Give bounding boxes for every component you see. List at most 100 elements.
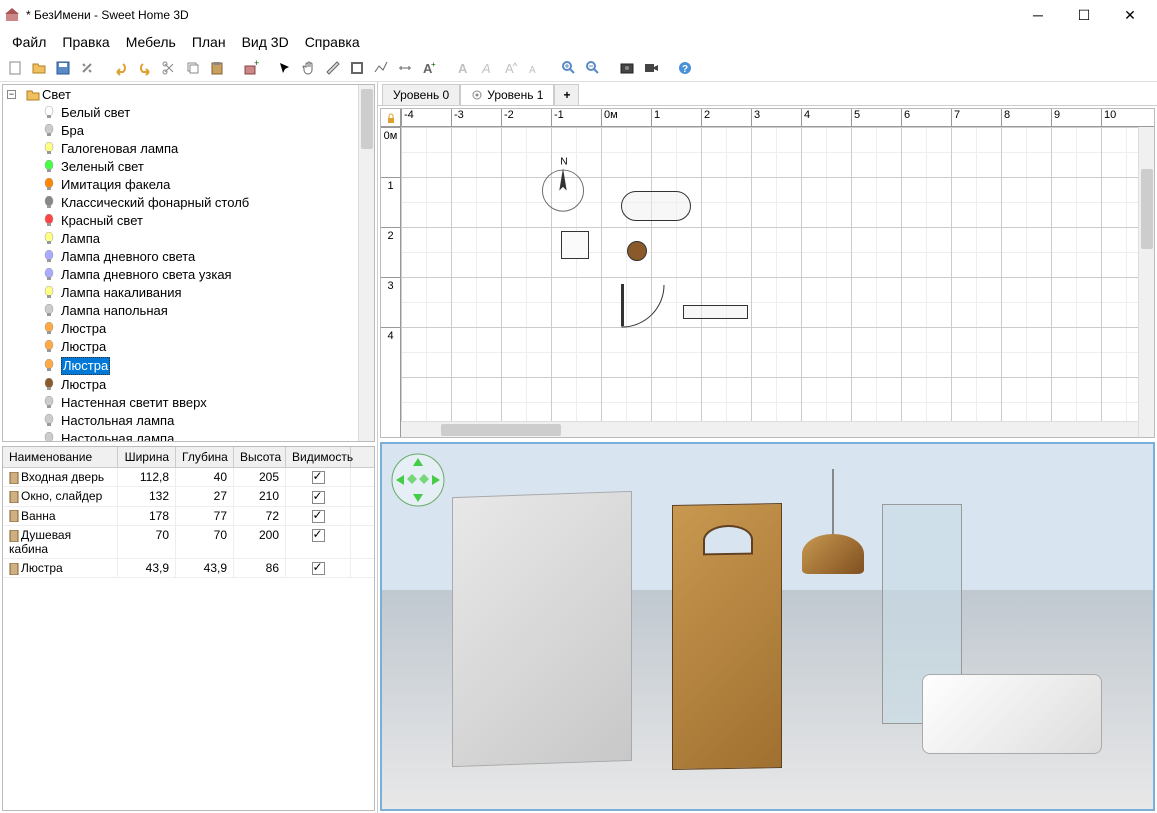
catalog-item[interactable]: Имитация факела	[3, 176, 374, 194]
pan-tool-button[interactable]	[298, 57, 320, 79]
catalog-item[interactable]: Лампа	[3, 230, 374, 248]
dimension-tool-button[interactable]	[394, 57, 416, 79]
table-row[interactable]: Душевая кабина7070200	[3, 526, 374, 559]
catalog-item[interactable]: Белый свет	[3, 104, 374, 122]
catalog-item[interactable]: Классический фонарный столб	[3, 194, 374, 212]
obj3d-chandelier[interactable]	[832, 469, 834, 539]
maximize-button[interactable]: ☐	[1061, 0, 1107, 30]
catalog-item[interactable]: Люстра	[3, 320, 374, 338]
tab-level-1[interactable]: Уровень 1	[460, 84, 554, 105]
obj3d-chandelier-shade[interactable]	[802, 534, 864, 574]
room-tool-button[interactable]	[346, 57, 368, 79]
video-button[interactable]	[640, 57, 662, 79]
view-3d[interactable]	[380, 442, 1155, 811]
close-button[interactable]: ✕	[1107, 0, 1153, 30]
furniture-catalog[interactable]: − Свет Белый светБраГалогеновая лампаЗел…	[2, 84, 375, 442]
obj3d-bathtub[interactable]	[922, 674, 1102, 754]
catalog-item[interactable]: Люстра	[3, 338, 374, 356]
text-tool-button[interactable]: A+	[418, 57, 440, 79]
header-depth[interactable]: Глубина	[176, 447, 234, 467]
add-furniture-button[interactable]: +	[240, 57, 262, 79]
catalog-item[interactable]: Люстра	[3, 376, 374, 394]
catalog-item[interactable]: Лампа дневного света узкая	[3, 266, 374, 284]
catalog-item[interactable]: Лампа накаливания	[3, 284, 374, 302]
catalog-category[interactable]: − Свет	[3, 85, 374, 104]
header-visible[interactable]: Видимость	[286, 447, 351, 467]
redo-button[interactable]	[134, 57, 156, 79]
obj3d-door[interactable]	[672, 503, 782, 770]
menu-edit[interactable]: Правка	[56, 32, 115, 52]
obj3d-window[interactable]	[452, 491, 632, 767]
cell-depth: 27	[176, 487, 234, 505]
cell-visible[interactable]	[286, 507, 351, 525]
catalog-scrollbar[interactable]	[358, 85, 374, 441]
catalog-item[interactable]: Красный свет	[3, 212, 374, 230]
save-button[interactable]	[52, 57, 74, 79]
header-height[interactable]: Высота	[234, 447, 286, 467]
furniture-list[interactable]: Наименование Ширина Глубина Высота Видим…	[2, 446, 375, 811]
table-row[interactable]: Ванна1787772	[3, 507, 374, 526]
tab-level-0[interactable]: Уровень 0	[382, 84, 460, 105]
ruler-corner	[381, 109, 401, 127]
preferences-button[interactable]	[76, 57, 98, 79]
catalog-item[interactable]: Люстра	[3, 356, 374, 376]
text-increase-button[interactable]: A	[500, 57, 522, 79]
plan-object-chandelier[interactable]	[627, 241, 647, 261]
plan-object-shower[interactable]	[561, 231, 589, 259]
zoom-in-button[interactable]	[558, 57, 580, 79]
select-tool-button[interactable]	[274, 57, 296, 79]
catalog-item[interactable]: Лампа дневного света	[3, 248, 374, 266]
table-row[interactable]: Люстра43,943,986	[3, 559, 374, 578]
plan-scrollbar-v[interactable]	[1138, 109, 1154, 437]
minimize-button[interactable]: ─	[1015, 0, 1061, 30]
app-icon	[4, 7, 20, 23]
photo-button[interactable]	[616, 57, 638, 79]
menu-3dview[interactable]: Вид 3D	[236, 32, 295, 52]
menu-furniture[interactable]: Мебель	[120, 32, 182, 52]
compass[interactable]: N	[535, 157, 591, 213]
table-row[interactable]: Входная дверь112,840205	[3, 468, 374, 487]
menu-file[interactable]: Файл	[6, 32, 52, 52]
new-button[interactable]	[4, 57, 26, 79]
text-bold-button[interactable]: A	[452, 57, 474, 79]
catalog-item[interactable]: Настольная лампа	[3, 412, 374, 430]
cell-visible[interactable]	[286, 526, 351, 558]
catalog-item[interactable]: Галогеновая лампа	[3, 140, 374, 158]
collapse-icon[interactable]: −	[7, 90, 16, 99]
polyline-tool-button[interactable]	[370, 57, 392, 79]
cut-button[interactable]	[158, 57, 180, 79]
catalog-item[interactable]: Зеленый свет	[3, 158, 374, 176]
zoom-out-button[interactable]	[582, 57, 604, 79]
nav-widget[interactable]	[390, 452, 446, 508]
menu-help[interactable]: Справка	[299, 32, 366, 52]
plan-grid-major	[401, 127, 1154, 437]
paste-button[interactable]	[206, 57, 228, 79]
plan-object-window[interactable]	[683, 305, 748, 319]
cell-visible[interactable]	[286, 559, 351, 577]
plan-object-bathtub[interactable]	[621, 191, 691, 221]
cell-visible[interactable]	[286, 468, 351, 486]
copy-button[interactable]	[182, 57, 204, 79]
open-button[interactable]	[28, 57, 50, 79]
help-button[interactable]: ?	[674, 57, 696, 79]
catalog-item[interactable]: Бра	[3, 122, 374, 140]
ruler-tick: 4	[801, 109, 851, 126]
wall-tool-button[interactable]	[322, 57, 344, 79]
table-row[interactable]: Окно, слайдер13227210	[3, 487, 374, 506]
ruler-tick: 10	[1101, 109, 1151, 126]
menu-plan[interactable]: План	[186, 32, 232, 52]
plan-object-door[interactable]	[621, 284, 665, 328]
plan-2d-view[interactable]: -4-3-2-10м12345678910 0м1234 N	[380, 108, 1155, 438]
header-width[interactable]: Ширина	[118, 447, 176, 467]
cell-visible[interactable]	[286, 487, 351, 505]
header-name[interactable]: Наименование	[3, 447, 118, 467]
catalog-item[interactable]: Настольная лампа	[3, 430, 374, 441]
text-italic-button[interactable]: A	[476, 57, 498, 79]
catalog-item[interactable]: Настенная светит вверх	[3, 394, 374, 412]
ruler-tick: 6	[901, 109, 951, 126]
catalog-item[interactable]: Лампа напольная	[3, 302, 374, 320]
undo-button[interactable]	[110, 57, 132, 79]
text-decrease-button[interactable]: A	[524, 57, 546, 79]
add-level-button[interactable]: +	[554, 84, 579, 105]
plan-scrollbar-h[interactable]	[381, 421, 1138, 437]
